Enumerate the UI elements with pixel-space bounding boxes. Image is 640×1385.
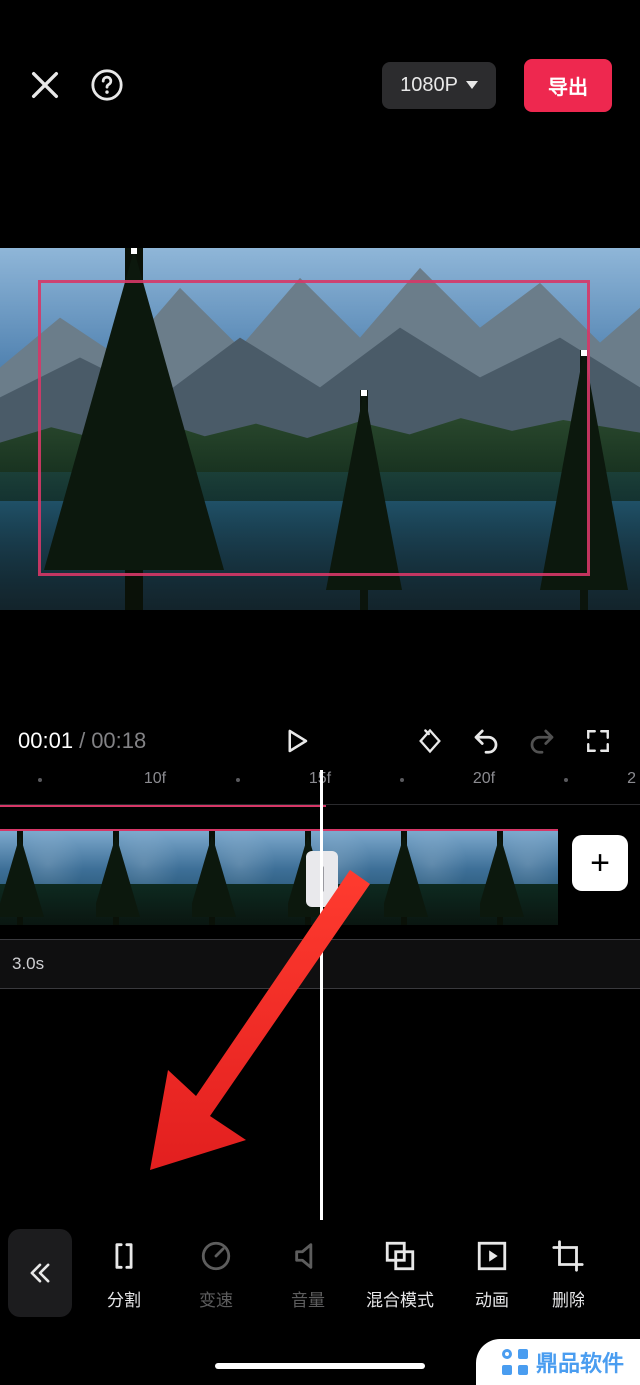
- clip-thumbnail[interactable]: [96, 831, 192, 925]
- export-button[interactable]: 导出: [524, 59, 612, 112]
- caret-down-icon: [466, 81, 478, 89]
- undo-button[interactable]: [462, 717, 510, 765]
- animation-icon: [475, 1239, 509, 1273]
- selection-marker: [0, 805, 326, 807]
- ruler-tick: 10f: [144, 770, 166, 788]
- fullscreen-button[interactable]: [574, 717, 622, 765]
- playhead[interactable]: [320, 770, 323, 1220]
- tool-split[interactable]: 分割: [78, 1236, 170, 1311]
- clip-thumbnail[interactable]: [192, 831, 288, 925]
- tool-speed[interactable]: 变速: [170, 1236, 262, 1311]
- ruler-tick-cut: 2: [627, 770, 636, 788]
- tool-delete[interactable]: 删除: [538, 1236, 598, 1311]
- volume-icon: [291, 1239, 325, 1273]
- tool-blend[interactable]: 混合模式: [354, 1236, 446, 1311]
- current-time: 00:01: [18, 728, 73, 753]
- redo-icon: [527, 726, 557, 756]
- video-preview[interactable]: [0, 248, 640, 610]
- help-button[interactable]: [90, 68, 124, 102]
- keyframe-button[interactable]: [406, 717, 454, 765]
- ruler-tick: 20f: [473, 770, 495, 788]
- transport-bar: 00:01/00:18: [0, 710, 640, 772]
- watermark-logo-icon: [502, 1349, 528, 1375]
- clip-thumbnail[interactable]: [0, 831, 96, 925]
- play-button[interactable]: [272, 717, 320, 765]
- clip-thumbnail[interactable]: [480, 831, 558, 925]
- resolution-button[interactable]: 1080P: [382, 62, 496, 109]
- time-display: 00:01/00:18: [18, 728, 146, 754]
- bottom-toolbar: 分割 变速 音量 混合模式 动画 删除: [0, 1213, 640, 1333]
- close-button[interactable]: [28, 68, 62, 102]
- clip-thumbnail[interactable]: [384, 831, 480, 925]
- help-icon: [90, 68, 124, 102]
- close-icon: [28, 68, 62, 102]
- watermark-text: 鼎品软件: [536, 1346, 624, 1378]
- chevrons-left-icon: [26, 1259, 54, 1287]
- keyframe-icon: [416, 727, 444, 755]
- redo-button[interactable]: [518, 717, 566, 765]
- toolbar-back-button[interactable]: [8, 1229, 72, 1317]
- resolution-label: 1080P: [400, 74, 458, 97]
- undo-icon: [471, 726, 501, 756]
- blend-icon: [383, 1239, 417, 1273]
- tool-volume[interactable]: 音量: [262, 1236, 354, 1311]
- add-clip-button[interactable]: +: [572, 835, 628, 891]
- watermark: 鼎品软件: [476, 1339, 640, 1385]
- home-indicator: [215, 1363, 425, 1369]
- crop-icon: [551, 1239, 585, 1273]
- preview-scene: [0, 248, 640, 610]
- tool-animation[interactable]: 动画: [446, 1236, 538, 1311]
- plus-icon: +: [590, 844, 610, 883]
- video-track[interactable]: [0, 829, 558, 925]
- split-icon: [107, 1239, 141, 1273]
- top-bar: 1080P 导出: [0, 0, 640, 170]
- track-duration-label: 3.0s: [12, 954, 44, 974]
- duration: 00:18: [91, 728, 146, 753]
- fullscreen-icon: [585, 728, 611, 754]
- speed-icon: [199, 1239, 233, 1273]
- play-icon: [281, 726, 311, 756]
